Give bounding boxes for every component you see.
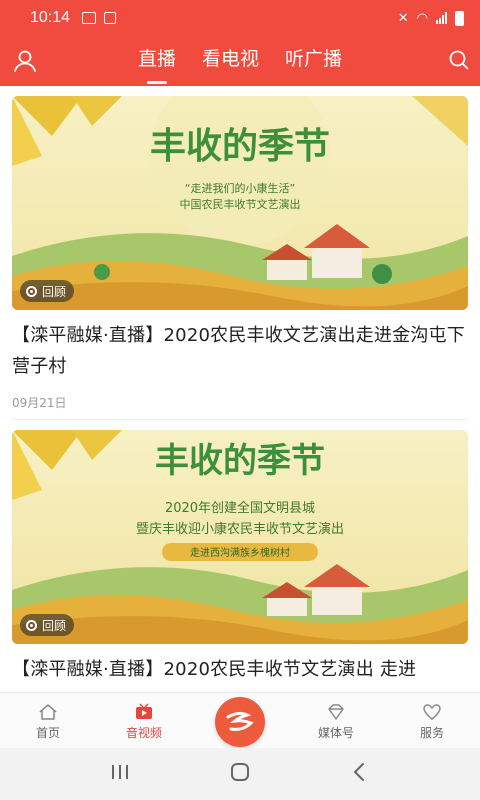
app-notification-icon [104,12,117,24]
channel-tabs: 直播 看电视 听广播 [0,36,480,86]
back-icon[interactable] [349,761,371,787]
svg-text:走进西沟满族乡槐树村: 走进西沟满族乡槐树村 [190,546,290,559]
image-notification-icon [82,12,97,24]
card-title[interactable]: 【滦平融媒·直播】2020农民丰收节文艺演出 走进 [12,654,468,685]
battery-icon [455,10,464,26]
harvest-illustration: 丰收的季节 2020年创建全国文明县城 暨庆丰收迎小康农民丰收节文艺演出 走进西… [12,430,468,644]
status-right-icons: ✕ ◠ [397,10,464,26]
replay-badge: 回顾 [20,614,75,636]
tab-tv[interactable]: 看电视 [200,36,261,86]
wifi-icon: ◠ [416,10,428,26]
status-bar: 10:14 ✕ ◠ [0,0,480,36]
svg-text:“走进我们的小康生活”: “走进我们的小康生活” [185,181,295,195]
nav-label: 首页 [35,726,60,740]
replay-badge: 回顾 [20,280,75,302]
nav-service[interactable]: 服务 [384,693,480,748]
heart-icon [423,704,441,720]
feed-card[interactable]: 丰收的季节 2020年创建全国文明县城 暨庆丰收迎小康农民丰收节文艺演出 走进西… [0,420,480,685]
home-button-icon[interactable] [229,761,251,787]
svg-text:丰收的季节: 丰收的季节 [155,441,325,481]
nav-label: 媒体号 [317,726,354,740]
svg-text:中国农民丰收节文艺演出: 中国农民丰收节文艺演出 [180,197,301,211]
nav-center [192,693,288,748]
status-left-icons [82,12,117,24]
top-nav: 直播 看电视 听广播 [0,36,480,86]
video-thumbnail[interactable]: 丰收的季节 “走进我们的小康生活” 中国农民丰收节文艺演出 回顾 [12,96,468,310]
card-title[interactable]: 【滦平融媒·直播】2020农民丰收文艺演出走进金沟屯下营子村 [12,320,468,382]
search-icon[interactable] [446,47,472,73]
nav-home[interactable]: 首页 [0,693,96,748]
nav-video[interactable]: 音视频 [96,693,192,748]
svg-text:暨庆丰收迎小康农民丰收节文艺演出: 暨庆丰收迎小康农民丰收节文艺演出 [136,521,344,537]
feed-card[interactable]: 丰收的季节 “走进我们的小康生活” 中国农民丰收节文艺演出 回顾 【滦平融媒·直… [0,86,480,419]
recent-apps-icon[interactable] [109,763,131,785]
bottom-nav: 首页 音视频 媒体号 服务 [0,692,480,748]
svg-text:2020年创建全国文明县城: 2020年创建全国文明县城 [165,500,315,516]
replay-label: 回顾 [42,284,67,299]
nav-label: 音视频 [125,726,162,740]
center-action-button[interactable] [215,697,265,747]
app-logo-icon [226,711,254,731]
diamond-icon [328,704,344,720]
replay-icon [26,619,37,631]
harvest-illustration: 丰收的季节 “走进我们的小康生活” 中国农民丰收节文艺演出 [12,96,468,310]
card-date: 09月21日 [12,396,67,410]
video-thumbnail[interactable]: 丰收的季节 2020年创建全国文明县城 暨庆丰收迎小康农民丰收节文艺演出 走进西… [12,430,468,644]
home-icon [39,704,57,720]
svg-text:丰收的季节: 丰收的季节 [150,126,330,167]
feed-list[interactable]: 丰收的季节 “走进我们的小康生活” 中国农民丰收节文艺演出 回顾 【滦平融媒·直… [0,86,480,692]
system-nav-bar [0,748,480,800]
nav-label: 服务 [419,726,444,740]
status-time: 10:14 [30,9,71,26]
tab-live[interactable]: 直播 [136,36,178,86]
nav-media[interactable]: 媒体号 [288,693,384,748]
signal-icon [436,12,447,24]
replay-label: 回顾 [42,618,67,633]
tab-radio[interactable]: 听广播 [283,36,344,86]
replay-icon [26,285,37,297]
video-icon [136,703,152,719]
mute-icon: ✕ [397,10,409,26]
